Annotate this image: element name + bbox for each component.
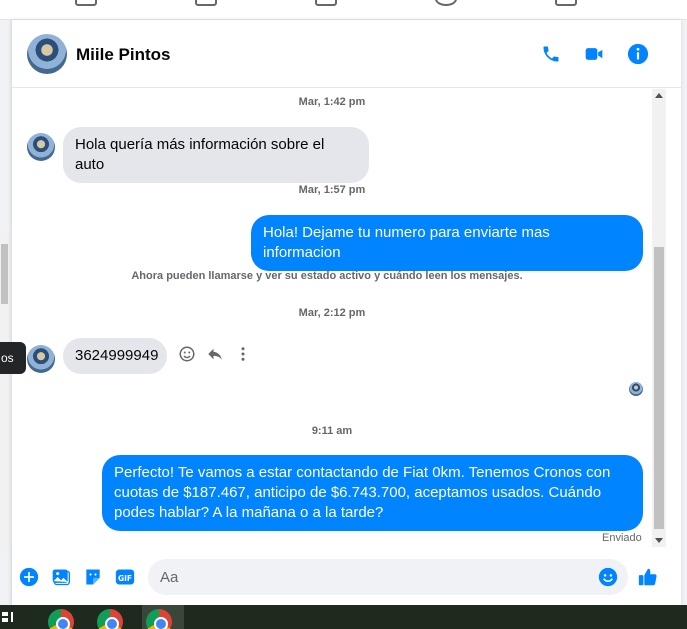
nav-groups-icon[interactable] [435, 0, 457, 6]
sender-avatar[interactable] [27, 133, 55, 161]
chat-window: Miile Pintos Mar, 1:42 pm Hola quería má… [11, 20, 682, 605]
delivery-status: Enviado [602, 532, 642, 544]
timestamp: Mar, 2:12 pm [298, 307, 366, 319]
chrome-taskbar-icon[interactable] [97, 609, 123, 629]
nav-marketplace-icon[interactable] [315, 0, 337, 6]
nav-watch-icon[interactable] [195, 0, 217, 6]
scroll-up-arrow-icon[interactable] [655, 93, 663, 98]
top-navigation-bar [0, 0, 687, 20]
message-input[interactable] [160, 559, 580, 595]
gif-icon[interactable]: GIF [113, 565, 137, 589]
svg-text:GIF: GIF [118, 574, 132, 583]
system-notice: Ahora pueden llamarse y ver su estado ac… [131, 270, 523, 282]
nav-gaming-icon[interactable] [555, 0, 577, 6]
outgoing-message[interactable]: Perfecto! Te vamos a estar contactando d… [102, 455, 643, 531]
taskbar [0, 605, 687, 629]
reply-icon[interactable] [204, 343, 226, 365]
message-composer: GIF [12, 552, 682, 605]
contact-name[interactable]: Miile Pintos [76, 45, 170, 65]
incoming-message[interactable]: 3624999949 [63, 338, 167, 374]
contact-avatar[interactable] [27, 34, 67, 74]
task-view-icon[interactable] [2, 610, 16, 624]
sticker-icon[interactable] [81, 565, 105, 589]
message-input-wrapper[interactable] [148, 559, 628, 595]
screen: Miile Pintos Mar, 1:42 pm Hola quería má… [0, 0, 687, 629]
timestamp: 9:11 am [311, 425, 353, 437]
more-options-icon[interactable] [232, 343, 254, 365]
message-list[interactable]: Mar, 1:42 pm Hola quería más información… [12, 89, 652, 549]
photo-icon[interactable] [49, 565, 73, 589]
react-emoji-icon[interactable] [176, 343, 198, 365]
message-scrollbar-thumb[interactable] [654, 247, 664, 529]
chat-header: Miile Pintos [12, 20, 682, 88]
incoming-message[interactable]: Hola quería más información sobre el aut… [63, 127, 369, 183]
timestamp: Mar, 1:42 pm [298, 96, 366, 108]
nav-home-icon[interactable] [75, 0, 97, 6]
tooltip: os [0, 342, 26, 374]
sender-avatar[interactable] [27, 345, 55, 373]
chrome-taskbar-icon[interactable] [48, 609, 74, 629]
scroll-down-arrow-icon[interactable] [655, 538, 663, 543]
info-icon[interactable] [626, 42, 650, 66]
message-scrollbar[interactable] [652, 89, 666, 547]
thumbs-up-icon[interactable] [636, 565, 660, 589]
video-camera-icon[interactable] [582, 42, 606, 66]
timestamp: Mar, 1:57 pm [298, 184, 366, 196]
outgoing-message[interactable]: Hola! Dejame tu numero para enviarte mas… [251, 215, 643, 271]
emoji-icon[interactable] [596, 565, 620, 589]
message-actions [176, 343, 256, 365]
phone-icon[interactable] [539, 42, 563, 66]
seen-indicator-avatar [629, 382, 643, 396]
chrome-taskbar-icon[interactable] [146, 609, 172, 629]
plus-circle-icon[interactable] [17, 565, 41, 589]
